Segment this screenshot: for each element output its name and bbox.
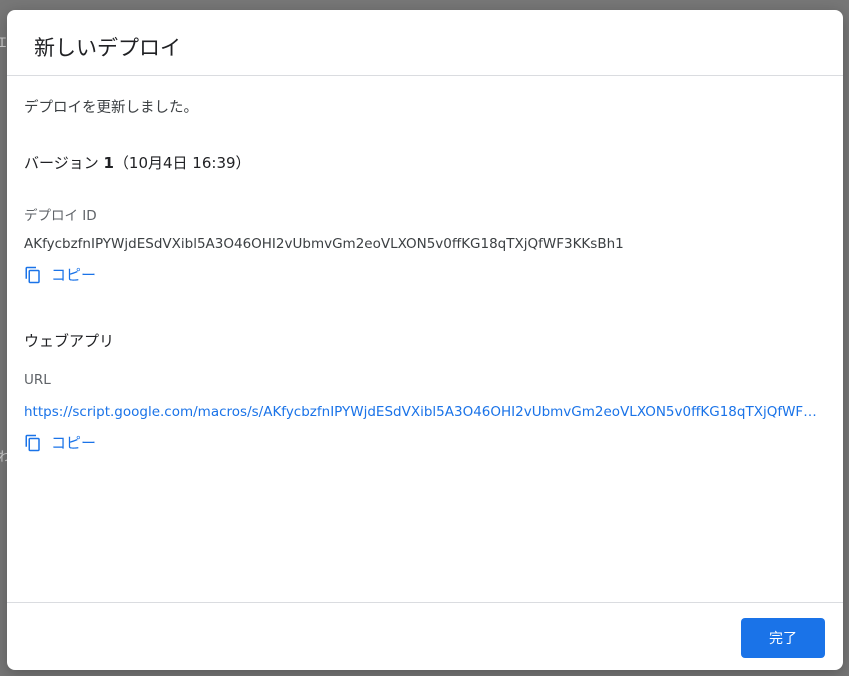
copy-url-button[interactable]: コピー bbox=[24, 432, 96, 453]
version-prefix: バージョン bbox=[24, 154, 104, 172]
done-button[interactable]: 完了 bbox=[741, 618, 825, 658]
status-message: デプロイを更新しました。 bbox=[24, 100, 198, 116]
version-number: 1 bbox=[103, 154, 114, 172]
copy-label: コピー bbox=[51, 266, 97, 284]
dialog-title: 新しいデプロイ bbox=[34, 36, 181, 60]
webapp-section-title: ウェブアプリ bbox=[24, 332, 115, 350]
dialog-header: 新しいデプロイ bbox=[7, 10, 843, 76]
version-info: バージョン 1（10月4日 16:39） bbox=[24, 152, 251, 173]
webapp-url-link[interactable]: https://script.google.com/macros/s/AKfyc… bbox=[24, 404, 822, 420]
copy-label: コピー bbox=[51, 434, 97, 452]
copy-icon bbox=[25, 266, 40, 283]
version-date: （10月4日 16:39） bbox=[113, 154, 251, 172]
copy-deploy-id-button[interactable]: コピー bbox=[24, 264, 96, 285]
dialog-footer: 完了 bbox=[7, 602, 843, 670]
deploy-id-label: デプロイ ID bbox=[24, 208, 97, 224]
deploy-dialog: 新しいデプロイ デプロイを更新しました。 バージョン 1（10月4日 16:39… bbox=[7, 10, 843, 670]
copy-icon bbox=[25, 434, 40, 451]
background-peek-text: Ꮖ bbox=[0, 36, 7, 51]
deploy-id-value: AKfycbzfnIPYWjdESdVXibl5A3O46OHI2vUbmvGm… bbox=[24, 236, 624, 252]
url-label: URL bbox=[24, 372, 51, 388]
